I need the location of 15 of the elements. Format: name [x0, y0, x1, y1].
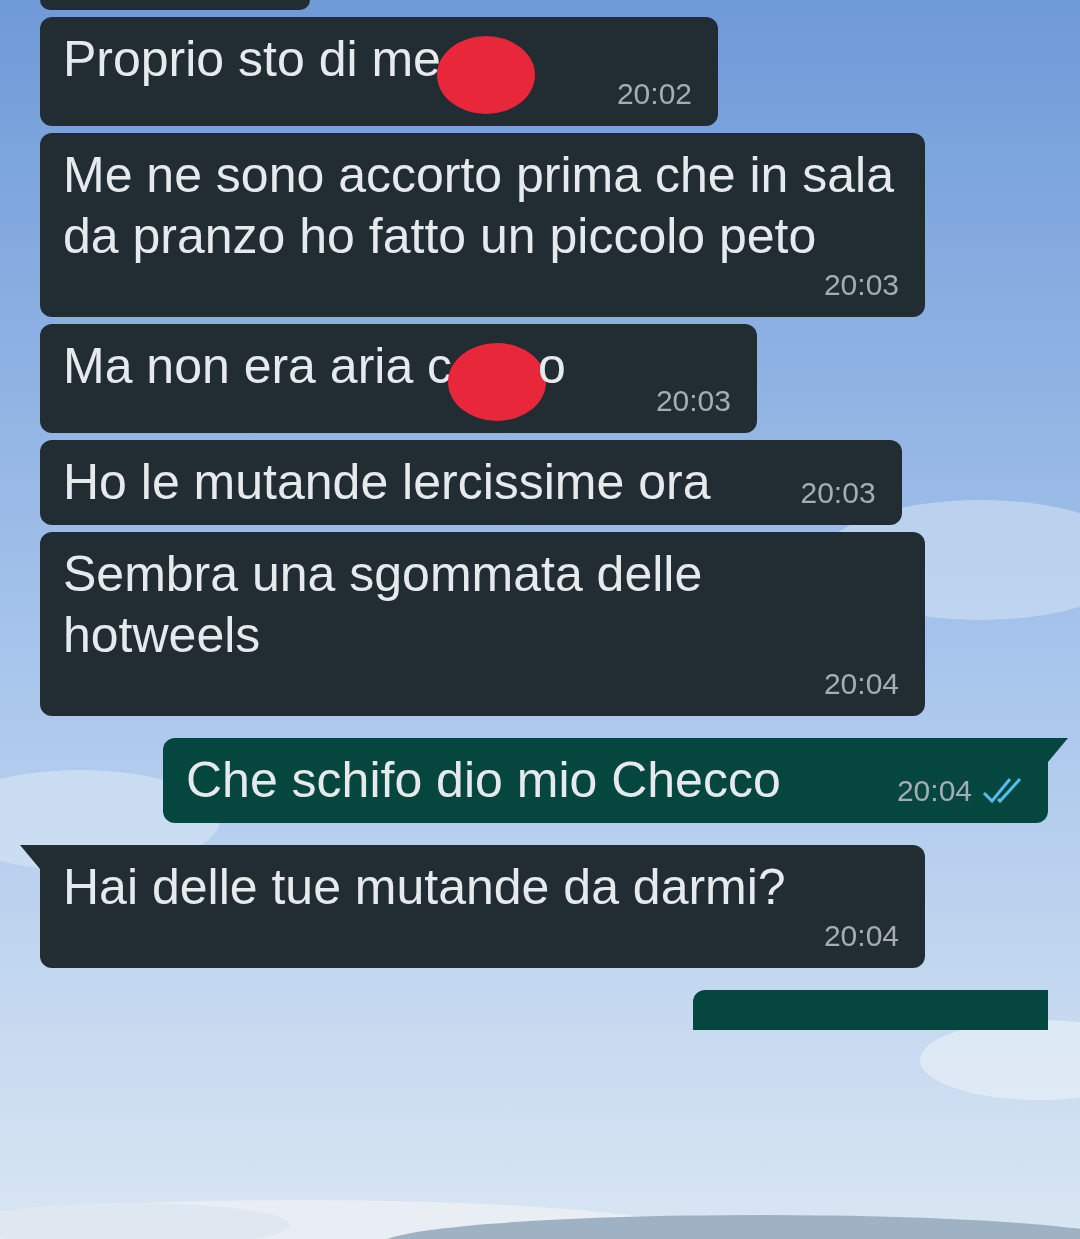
message-text: o — [538, 338, 566, 394]
message-time: 20:04 — [896, 773, 972, 809]
message-time: 20:03 — [800, 475, 876, 511]
message-text: Ma non era aria c — [63, 338, 453, 394]
message-time: 20:04 — [823, 918, 899, 954]
message-text: Ho le mutande lercissime ora — [63, 454, 711, 510]
message-time: 20:02 — [616, 76, 692, 112]
message-text: Hai delle tue mutande da darmi? — [63, 859, 786, 915]
message-time: 20:03 — [655, 383, 731, 419]
message-text: Sembra una sgommata delle hotweels — [63, 546, 703, 663]
message-text: Me ne sono accorto prima che in sala da pranzo ho fatto un piccolo peto — [63, 147, 894, 264]
message-text: Proprio sto di me — [63, 31, 441, 87]
message-text: Che schifo dio mio Checco — [186, 752, 781, 808]
message-time: 20:03 — [823, 267, 899, 303]
message-time: 20:04 — [823, 666, 899, 702]
